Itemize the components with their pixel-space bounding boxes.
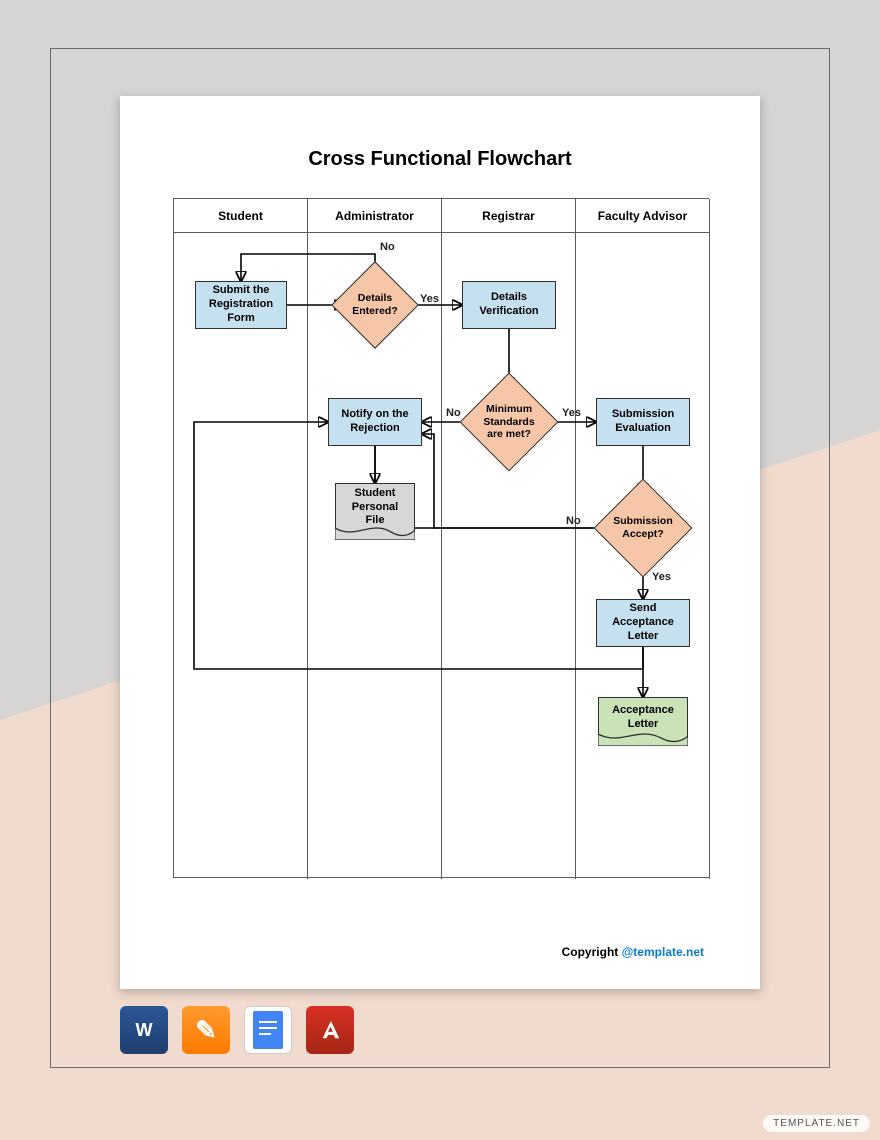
edge-label-no: No xyxy=(566,515,581,527)
node-label: Submit the Registration Form xyxy=(202,284,280,325)
gdocs-icon[interactable] xyxy=(244,1006,292,1054)
copyright: Copyright @template.net xyxy=(562,945,704,959)
document-page: Cross Functional Flowchart Student Admin… xyxy=(120,96,760,989)
node-student-file: Student Personal File xyxy=(335,483,415,539)
node-submission-evaluation: Submission Evaluation xyxy=(596,398,690,446)
node-label: Submission Evaluation xyxy=(603,408,683,436)
icon-glyph: ✎ xyxy=(195,1015,217,1046)
edge-label-yes: Yes xyxy=(420,293,439,305)
node-label: Notify on the Rejection xyxy=(335,408,415,436)
edge-label-no: No xyxy=(446,407,461,419)
swimlane-chart: Student Administrator Registrar Faculty … xyxy=(173,198,709,878)
node-details-entered: Details Entered? xyxy=(344,274,406,336)
adobe-logo-icon xyxy=(319,1019,341,1041)
copyright-text: Copyright xyxy=(562,945,622,959)
node-label: Details Verification xyxy=(469,291,549,319)
node-label: Submission Accept? xyxy=(613,515,673,540)
icon-glyph: W xyxy=(136,1020,153,1041)
node-label: Details Entered? xyxy=(352,292,398,317)
node-send-acceptance: Send Acceptance Letter xyxy=(596,599,690,647)
pages-icon[interactable]: ✎ xyxy=(182,1006,230,1054)
pdf-icon[interactable] xyxy=(306,1006,354,1054)
node-label: Student Personal File xyxy=(342,487,408,528)
node-label: Minimum Standards are met? xyxy=(483,403,534,441)
copyright-link[interactable]: @template.net xyxy=(622,945,704,959)
word-icon[interactable]: W xyxy=(120,1006,168,1054)
node-label: Acceptance Letter xyxy=(605,704,681,732)
node-details-verification: Details Verification xyxy=(462,281,556,329)
node-acceptance-letter: Acceptance Letter xyxy=(598,697,688,745)
node-label: Send Acceptance Letter xyxy=(603,602,683,643)
edge-label-yes: Yes xyxy=(562,407,581,419)
node-notify-rejection: Notify on the Rejection xyxy=(328,398,422,446)
page-title: Cross Functional Flowchart xyxy=(120,148,760,171)
node-submission-accept: Submission Accept? xyxy=(608,493,678,563)
node-submit: Submit the Registration Form xyxy=(195,281,287,329)
watermark: TEMPLATE.NET xyxy=(763,1115,870,1132)
format-icons-row: W ✎ xyxy=(120,1006,354,1054)
edge-label-no: No xyxy=(380,241,395,253)
edge-label-yes: Yes xyxy=(652,571,671,583)
node-minimum-standards: Minimum Standards are met? xyxy=(474,387,544,457)
